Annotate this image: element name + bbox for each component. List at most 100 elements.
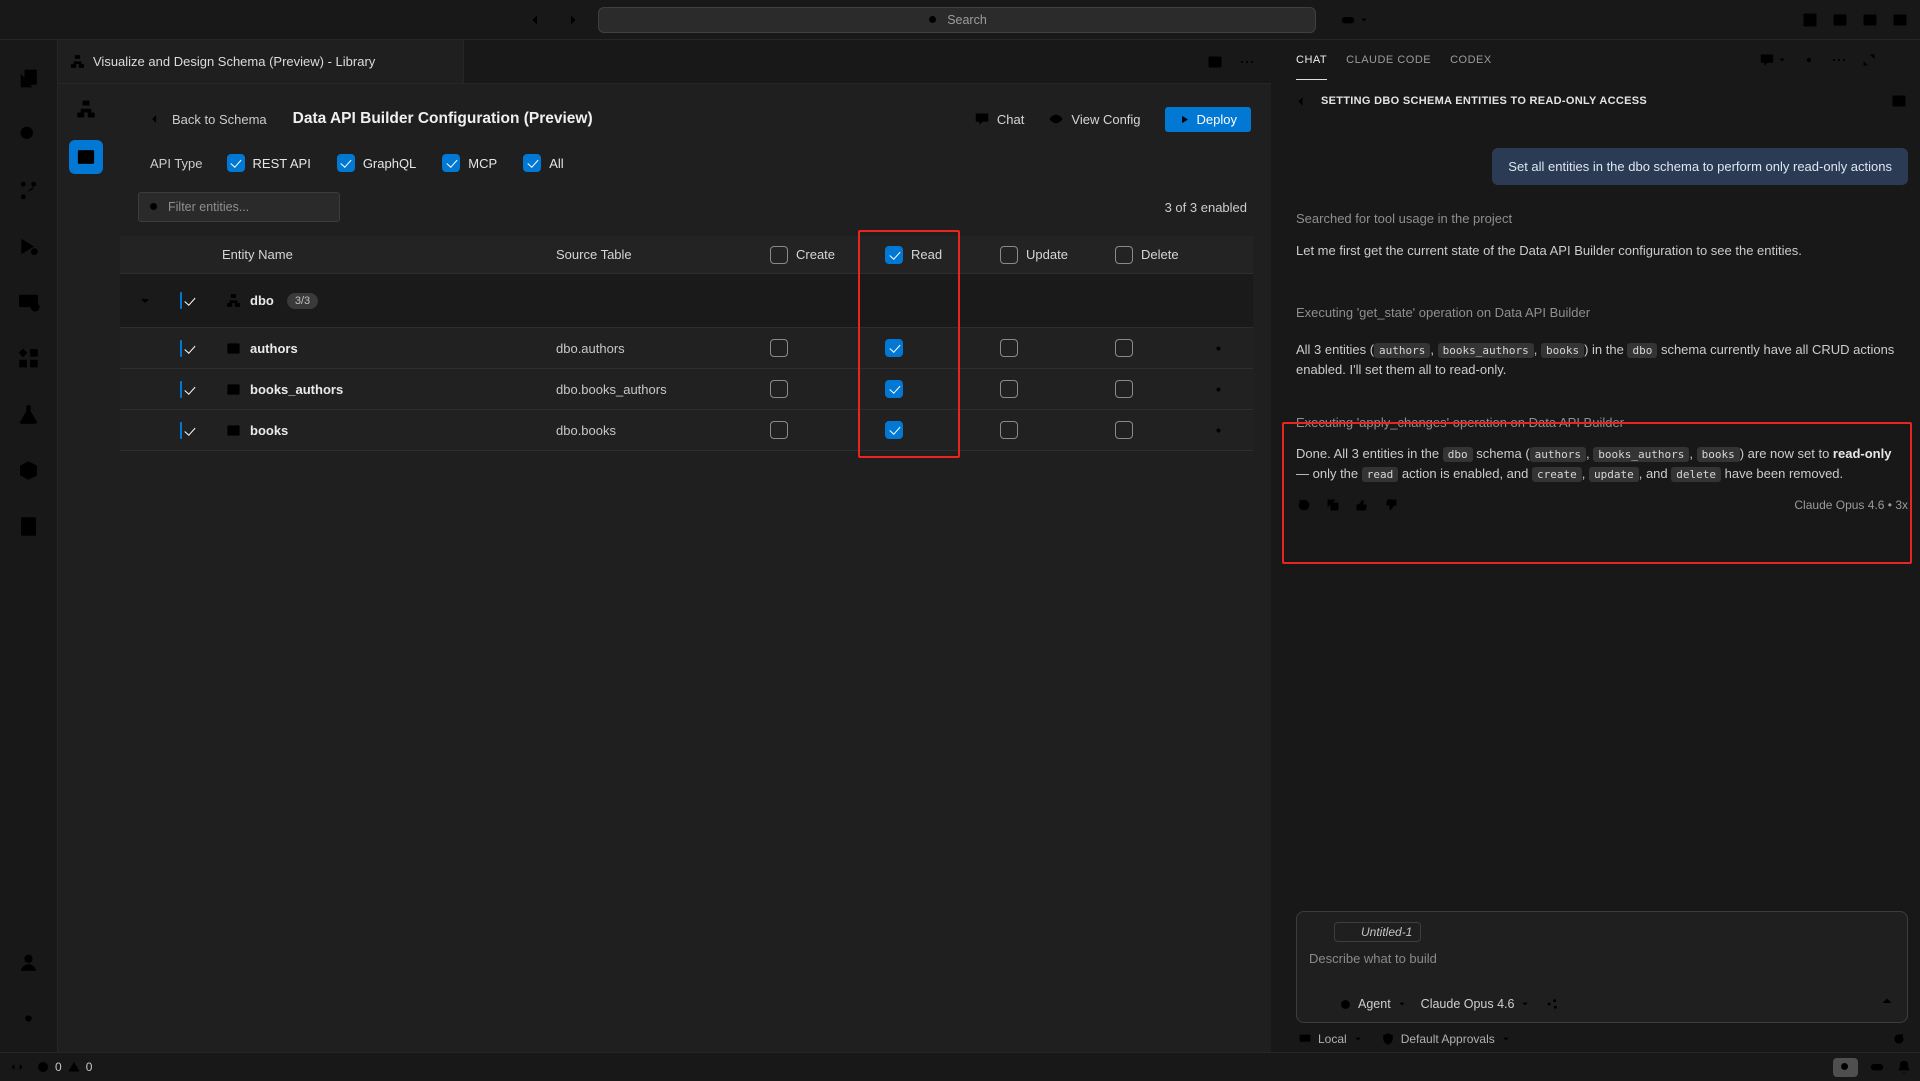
update-all-checkbox[interactable] (1000, 246, 1018, 264)
row-settings-gear-icon[interactable] (1211, 423, 1226, 438)
chat-expand-icon[interactable] (1861, 52, 1877, 68)
chat-settings-gear-icon[interactable] (1801, 52, 1817, 68)
delete-checkbox[interactable] (1115, 380, 1133, 398)
update-checkbox[interactable] (1000, 380, 1018, 398)
copy-icon[interactable] (1325, 497, 1341, 513)
create-checkbox[interactable] (770, 421, 788, 439)
session-back-icon[interactable] (1296, 94, 1311, 109)
notifications-bell-icon[interactable] (1896, 1059, 1912, 1075)
accounts-icon[interactable] (5, 934, 53, 990)
remote-explorer-icon[interactable] (5, 274, 53, 330)
toggle-panel-icon[interactable] (1862, 12, 1878, 28)
toggle-sidebar-icon[interactable] (1832, 12, 1848, 28)
thumbs-up-icon[interactable] (1354, 497, 1370, 513)
thumbs-down-icon[interactable] (1383, 497, 1399, 513)
update-checkbox[interactable] (1000, 421, 1018, 439)
api-option-all[interactable]: All (523, 154, 563, 172)
chat-close-icon[interactable] (1891, 52, 1907, 68)
approvals-select[interactable]: Default Approvals (1381, 1032, 1511, 1046)
remote-indicator-icon[interactable] (10, 1060, 24, 1074)
chat-input-box[interactable]: Untitled-1 Describe what to build Agent … (1296, 911, 1908, 1023)
schema-group-row[interactable]: dbo 3/3 (120, 274, 1253, 328)
toggle-secondary-sidebar-icon[interactable] (1892, 12, 1908, 28)
extensions-icon[interactable] (5, 330, 53, 386)
delete-checkbox[interactable] (1115, 421, 1133, 439)
create-checkbox[interactable] (770, 339, 788, 357)
api-option-graphql[interactable]: GraphQL (337, 154, 416, 172)
attach-icon[interactable] (1309, 996, 1325, 1012)
chat-input-placeholder[interactable]: Describe what to build (1309, 951, 1895, 966)
table-row[interactable]: authors dbo.authors (120, 328, 1253, 369)
assistant-message: All 3 entities (authors, books_authors, … (1296, 340, 1900, 379)
command-center-search[interactable]: Search (598, 7, 1316, 33)
split-editor-icon[interactable] (1207, 54, 1223, 70)
tab-chat[interactable]: CHAT (1296, 40, 1327, 80)
send-icon[interactable] (1879, 996, 1895, 1012)
run-debug-icon[interactable] (5, 218, 53, 274)
graphql-checkbox[interactable] (337, 154, 355, 172)
chat-mode-dropdown[interactable] (1759, 52, 1787, 68)
back-icon[interactable] (530, 12, 546, 28)
create-all-checkbox[interactable] (770, 246, 788, 264)
row-settings-gear-icon[interactable] (1211, 341, 1226, 356)
collapse-chevron-icon[interactable] (138, 294, 152, 308)
dbo-group-checkbox[interactable] (180, 292, 182, 309)
rest-api-checkbox[interactable] (227, 154, 245, 172)
api-option-mcp[interactable]: MCP (442, 154, 497, 172)
sync-icon[interactable] (1892, 1032, 1906, 1046)
chat-more-icon[interactable] (1831, 52, 1847, 68)
database-projects-icon[interactable] (5, 442, 53, 498)
source-control-icon[interactable] (5, 162, 53, 218)
agent-mode-select[interactable]: Agent (1339, 997, 1407, 1011)
read-all-checkbox[interactable] (885, 246, 903, 264)
back-to-schema-link[interactable]: Back to Schema (150, 112, 267, 127)
model-select[interactable]: Claude Opus 4.6 (1421, 997, 1531, 1011)
row-settings-gear-icon[interactable] (1211, 382, 1226, 397)
settings-gear-icon[interactable] (5, 990, 53, 1046)
read-checkbox[interactable] (885, 421, 903, 439)
editor-layout-icon[interactable] (1802, 12, 1818, 28)
play-icon (1179, 114, 1190, 125)
row-select-checkbox[interactable] (180, 340, 182, 357)
testing-icon[interactable] (5, 386, 53, 442)
open-side-icon[interactable] (1891, 93, 1907, 109)
notebooks-icon[interactable] (5, 498, 53, 554)
problems-indicator[interactable]: 0 0 (36, 1060, 92, 1074)
tab-codex[interactable]: CODEX (1450, 40, 1492, 80)
read-checkbox[interactable] (885, 339, 903, 357)
chat-button[interactable]: Chat (974, 111, 1024, 127)
zoom-status-button[interactable] (1833, 1058, 1858, 1077)
mcp-checkbox[interactable] (442, 154, 460, 172)
deploy-button[interactable]: Deploy (1165, 107, 1251, 132)
copilot-status-icon[interactable] (1869, 1059, 1885, 1075)
filter-entities-field[interactable] (168, 200, 318, 214)
environment-select[interactable]: Local (1298, 1032, 1363, 1046)
read-checkbox[interactable] (885, 380, 903, 398)
delete-all-checkbox[interactable] (1115, 246, 1133, 264)
add-context-icon[interactable] (1309, 924, 1325, 940)
retry-icon[interactable] (1296, 497, 1312, 513)
api-option-rest[interactable]: REST API (227, 154, 311, 172)
copilot-menu-button[interactable] (1340, 0, 1369, 40)
schema-view-button[interactable] (69, 92, 103, 126)
api-builder-view-button[interactable] (69, 140, 103, 174)
more-actions-icon[interactable] (1239, 54, 1255, 70)
tab-claude-code[interactable]: CLAUDE CODE (1346, 40, 1431, 80)
context-file-chip[interactable]: Untitled-1 (1334, 922, 1421, 942)
row-select-checkbox[interactable] (180, 381, 182, 398)
search-view-icon[interactable] (5, 106, 53, 162)
table-row[interactable]: books_authors dbo.books_authors (120, 369, 1253, 410)
explorer-icon[interactable] (5, 50, 53, 106)
editor-tab[interactable]: Visualize and Design Schema (Preview) - … (58, 40, 464, 83)
close-tab-icon[interactable] (437, 55, 451, 69)
filter-entities-input[interactable] (138, 192, 340, 222)
tools-sliders-icon[interactable] (1544, 996, 1560, 1012)
update-checkbox[interactable] (1000, 339, 1018, 357)
all-checkbox[interactable] (523, 154, 541, 172)
delete-checkbox[interactable] (1115, 339, 1133, 357)
create-checkbox[interactable] (770, 380, 788, 398)
table-row[interactable]: books dbo.books (120, 410, 1253, 451)
row-select-checkbox[interactable] (180, 422, 182, 439)
forward-icon[interactable] (562, 12, 578, 28)
view-config-button[interactable]: View Config (1048, 111, 1140, 127)
